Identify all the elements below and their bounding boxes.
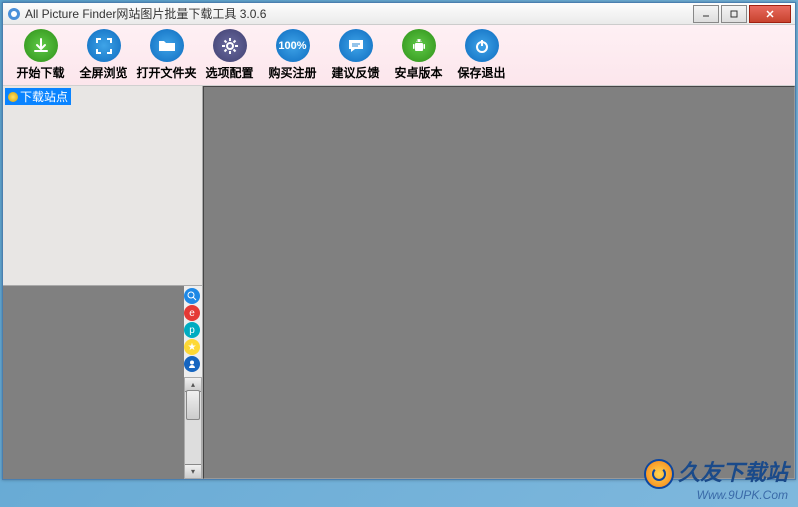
android-button[interactable]: 安卓版本 — [387, 29, 450, 81]
scroll-thumb[interactable] — [186, 390, 200, 420]
save-exit-button[interactable]: 保存退出 — [450, 29, 513, 81]
feedback-button[interactable]: 建议反馈 — [324, 29, 387, 81]
content-area: 下载站点 e p ★ ▴ ▾ — [3, 86, 795, 479]
chat-icon — [339, 29, 373, 62]
app-icon — [7, 7, 21, 21]
person-icon[interactable] — [184, 356, 200, 372]
minimize-button[interactable] — [693, 5, 719, 23]
thumbnails-panel: e p ★ ▴ ▾ — [3, 286, 202, 479]
close-button[interactable] — [749, 5, 791, 23]
options-button[interactable]: 选项配置 — [198, 29, 261, 81]
share-icon[interactable]: p — [184, 322, 200, 338]
tree-node-icon — [8, 92, 18, 102]
watermark: 久友下载站 Www.9UPK.Com — [644, 459, 788, 501]
scrollbar[interactable]: ▴ ▾ — [184, 377, 202, 479]
scroll-down-button[interactable]: ▾ — [185, 464, 201, 478]
tree-panel[interactable]: 下载站点 — [3, 86, 202, 286]
power-icon — [465, 29, 499, 62]
share-sidebar: e p ★ ▴ ▾ — [184, 286, 202, 479]
titlebar[interactable]: All Picture Finder网站图片批量下载工具 3.0.6 — [3, 3, 795, 25]
folder-icon — [150, 29, 184, 62]
start-download-button[interactable]: 开始下载 — [9, 29, 72, 81]
thumbnails-area[interactable] — [3, 286, 184, 479]
android-icon — [402, 29, 436, 62]
purchase-button[interactable]: 100% 购买注册 — [261, 29, 324, 81]
window-controls — [693, 5, 791, 23]
open-folder-button[interactable]: 打开文件夹 — [135, 29, 198, 81]
watermark-logo-icon — [644, 459, 674, 489]
gear-icon — [213, 29, 247, 62]
favorite-icon[interactable]: ★ — [184, 339, 200, 355]
fullscreen-button[interactable]: 全屏浏览 — [72, 29, 135, 81]
fullscreen-icon — [87, 29, 121, 62]
weibo-icon[interactable]: e — [184, 305, 200, 321]
search-icon[interactable] — [184, 288, 200, 304]
app-window: All Picture Finder网站图片批量下载工具 3.0.6 开始下载 … — [2, 2, 796, 480]
percent-icon: 100% — [276, 29, 310, 62]
window-title: All Picture Finder网站图片批量下载工具 3.0.6 — [25, 5, 693, 22]
toolbar: 开始下载 全屏浏览 打开文件夹 选项配置 100% 购买注册 建议反馈 安卓版本 — [3, 25, 795, 86]
preview-area[interactable] — [203, 86, 795, 479]
download-icon — [24, 29, 58, 62]
tree-root-item[interactable]: 下载站点 — [5, 88, 71, 105]
maximize-button[interactable] — [721, 5, 747, 23]
left-column: 下载站点 e p ★ ▴ ▾ — [3, 86, 203, 479]
